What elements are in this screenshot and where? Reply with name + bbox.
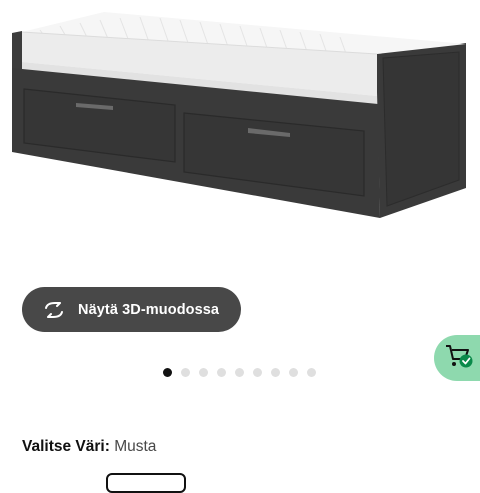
carousel-dot[interactable] (289, 368, 298, 377)
color-swatch-selected[interactable] (106, 473, 186, 493)
product-image[interactable] (0, 0, 480, 240)
add-to-cart-icon (445, 343, 473, 374)
carousel-dot[interactable] (253, 368, 262, 377)
carousel-dot[interactable] (307, 368, 316, 377)
carousel-dot[interactable] (163, 368, 172, 377)
color-selector-label: Valitse Väri: (22, 438, 110, 455)
rotate-3d-icon (40, 299, 68, 321)
carousel-dot[interactable] (235, 368, 244, 377)
add-to-cart-button[interactable] (434, 335, 480, 381)
carousel-dot[interactable] (181, 368, 190, 377)
view-3d-label: Näytä 3D-muodossa (78, 301, 220, 318)
color-selected-value: Musta (114, 438, 157, 455)
carousel-dot[interactable] (271, 368, 280, 377)
view-3d-button[interactable]: Näytä 3D-muodossa (22, 287, 241, 332)
color-selector: Valitse Väri: Musta (22, 438, 156, 456)
carousel-indicator (163, 368, 316, 377)
carousel-dot[interactable] (217, 368, 226, 377)
carousel-dot[interactable] (199, 368, 208, 377)
